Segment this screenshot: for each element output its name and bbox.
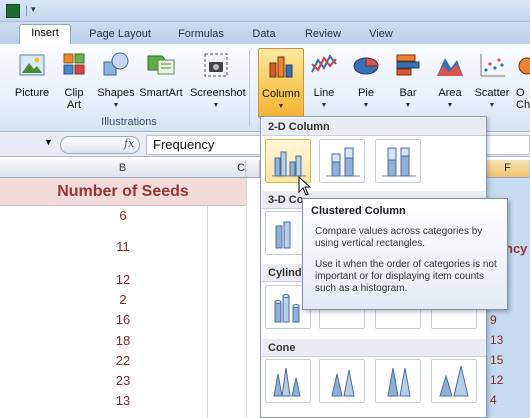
percent-stacked-cone-option[interactable] xyxy=(375,359,421,403)
clip-art-icon xyxy=(63,53,85,75)
frequency-cell[interactable]: 4 xyxy=(486,393,530,407)
tab-insert[interactable]: Insert xyxy=(19,24,71,44)
shapes-button[interactable]: Shapes ▼ xyxy=(96,48,136,114)
frequency-cell[interactable]: 12 xyxy=(486,373,530,387)
seed-cell[interactable]: 13 xyxy=(0,393,246,408)
stacked-column-option[interactable] xyxy=(319,139,365,183)
seed-cell[interactable]: 16 xyxy=(0,312,246,327)
title-bar: ▾ xyxy=(0,0,530,22)
pie-dropdown-icon: ▼ xyxy=(362,102,370,109)
qat-separator xyxy=(26,6,27,16)
mouse-cursor-icon xyxy=(298,176,312,196)
tooltip-description: Compare values across categories by usin… xyxy=(315,226,483,249)
frequency-cell[interactable]: 15 xyxy=(486,353,530,367)
tab-view[interactable]: View xyxy=(362,26,400,44)
ribbon-group-separator xyxy=(249,50,250,126)
shapes-icon xyxy=(103,52,129,76)
area-chart-icon xyxy=(437,58,463,76)
seed-cell[interactable]: 22 xyxy=(0,353,246,368)
column-chart-button[interactable]: Column ▼ xyxy=(258,48,304,118)
seed-cell[interactable]: 2 xyxy=(0,292,246,307)
frequency-cell[interactable]: 13 xyxy=(486,333,530,347)
3d-cone-option[interactable] xyxy=(431,359,477,403)
column-dropdown-icon: ▼ xyxy=(277,103,285,110)
other-charts-label: O Ch xyxy=(516,87,530,111)
tab-formulas[interactable]: Formulas xyxy=(170,26,232,44)
ribbon-tabs: Insert Page Layout Formulas Data Review … xyxy=(0,22,530,44)
clip-art-button[interactable]: Clip Art xyxy=(54,48,94,114)
pie-chart-icon xyxy=(353,57,379,75)
other-charts-icon xyxy=(518,57,530,75)
area-chart-button[interactable]: Area ▼ xyxy=(430,48,470,114)
pie-chart-button[interactable]: Pie ▼ xyxy=(346,48,386,114)
tab-data[interactable]: Data xyxy=(244,26,284,44)
area-dropdown-icon: ▼ xyxy=(446,102,454,109)
stacked-cone-option[interactable] xyxy=(319,359,365,403)
seed-cell[interactable]: 18 xyxy=(0,333,246,348)
picture-icon xyxy=(19,54,45,76)
section-cone: Cone xyxy=(262,339,486,357)
scatter-label: Scatter xyxy=(474,87,510,99)
excel-window: ▾ Insert Page Layout Formulas Data Revie… xyxy=(0,0,530,418)
other-charts-button[interactable]: O Ch xyxy=(514,48,530,114)
percent-stacked-cone-icon xyxy=(387,367,411,397)
section-2d-column: 2-D Column xyxy=(262,118,486,136)
tab-page-layout[interactable]: Page Layout xyxy=(80,26,160,44)
column-header-b[interactable]: B xyxy=(0,160,246,178)
screenshot-button[interactable]: Screenshot ▼ xyxy=(190,48,246,114)
smartart-icon xyxy=(147,55,175,75)
smartart-label: SmartArt xyxy=(139,87,183,99)
clustered-cone-option[interactable] xyxy=(265,359,311,403)
seed-cell[interactable]: 6 xyxy=(0,208,246,223)
bar-chart-button[interactable]: Bar ▼ xyxy=(388,48,428,114)
bar-chart-icon xyxy=(396,54,420,76)
excel-logo-icon[interactable] xyxy=(6,4,20,18)
3d-cone-icon xyxy=(439,365,469,397)
smartart-button[interactable]: SmartArt xyxy=(139,48,183,114)
stacked-column-icon xyxy=(326,147,360,177)
column-header-c[interactable] xyxy=(246,160,260,178)
name-box-dropdown-icon[interactable]: ▼ xyxy=(44,137,53,147)
line-dropdown-icon: ▼ xyxy=(320,102,328,109)
scatter-chart-button[interactable]: Scatter ▼ xyxy=(472,48,512,114)
seed-cell[interactable]: 23 xyxy=(0,373,246,388)
column-header-f[interactable]: F xyxy=(486,160,530,178)
percent-stacked-column-icon xyxy=(382,147,416,177)
clustered-cone-icon xyxy=(273,367,301,397)
column-chart-icon xyxy=(269,56,293,78)
screenshot-label: Screenshot xyxy=(190,87,246,99)
line-chart-button[interactable]: Line ▼ xyxy=(304,48,344,114)
seed-cell[interactable]: 12 xyxy=(0,272,246,287)
clustered-column-tooltip: Clustered Column Compare values across c… xyxy=(302,198,508,310)
insert-function-icon[interactable]: fx xyxy=(124,137,134,150)
tooltip-usage: Use it when the order of categories is n… xyxy=(315,259,497,294)
scatter-dropdown-icon: ▼ xyxy=(488,102,496,109)
illustrations-group-label: Illustrations xyxy=(101,116,157,128)
seed-cell[interactable]: 11 xyxy=(0,239,246,254)
frequency-cell[interactable]: 9 xyxy=(486,313,530,327)
bar-dropdown-icon: ▼ xyxy=(404,102,412,109)
line-chart-icon xyxy=(311,54,337,73)
shapes-dropdown-icon: ▼ xyxy=(112,102,120,109)
column-header-c-label: C xyxy=(237,162,245,174)
qat-dropdown-icon[interactable]: ▾ xyxy=(31,4,36,15)
frequency-header-fragment: ncy xyxy=(505,241,528,256)
stacked-cone-icon xyxy=(331,369,355,397)
grid-line xyxy=(246,178,247,418)
scatter-chart-icon xyxy=(480,54,505,77)
picture-button[interactable]: Picture xyxy=(12,48,52,114)
tab-review[interactable]: Review xyxy=(298,26,348,44)
percent-stacked-column-option[interactable] xyxy=(375,139,421,183)
tooltip-title: Clustered Column xyxy=(311,205,406,217)
screenshot-icon xyxy=(204,53,228,77)
screenshot-dropdown-icon: ▼ xyxy=(212,102,220,109)
seeds-header-cell[interactable]: Number of Seeds xyxy=(0,178,246,206)
